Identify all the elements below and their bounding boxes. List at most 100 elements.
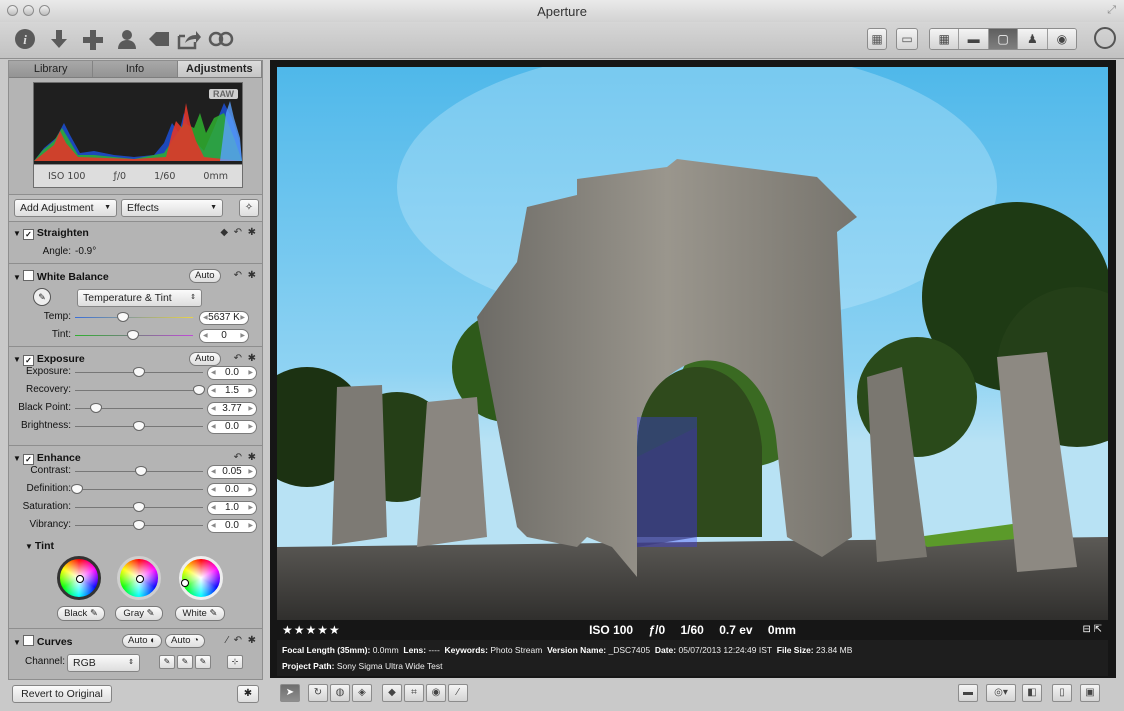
gray-point-eyedropper-icon[interactable]: ✎ bbox=[177, 655, 193, 669]
hud-icon[interactable]: ▬ bbox=[958, 684, 978, 702]
increment-icon[interactable]: ▶ bbox=[248, 466, 253, 478]
exposure-stepper[interactable]: ◀ 0.0 ▶ bbox=[207, 420, 257, 434]
enhance-slider-knob[interactable] bbox=[135, 466, 148, 476]
rotate-tool-icon[interactable]: ↻ bbox=[308, 684, 328, 702]
viewer-icon[interactable]: ▭ bbox=[896, 28, 918, 50]
enhance-slider-track[interactable] bbox=[75, 489, 203, 490]
exposure-slider-knob[interactable] bbox=[133, 367, 145, 377]
increment-icon[interactable]: ▶ bbox=[248, 421, 253, 433]
tab-info[interactable]: Info bbox=[93, 61, 178, 77]
enhance-checkbox[interactable]: ✓ bbox=[22, 454, 34, 465]
enhance-slider-knob[interactable] bbox=[133, 520, 145, 530]
effects-popup[interactable]: Effects ▼ bbox=[121, 199, 223, 217]
increment-icon[interactable]: ▶ bbox=[248, 520, 253, 532]
straighten-header[interactable]: ▼ ✓ Straighten bbox=[13, 227, 89, 240]
increment-icon[interactable]: ▶ bbox=[248, 385, 253, 397]
add-adjustment-popup[interactable]: Add Adjustment ▼ bbox=[14, 199, 117, 217]
curves-auto-button[interactable]: Auto ◐ bbox=[122, 634, 162, 648]
tint-slider-knob[interactable] bbox=[127, 330, 139, 340]
gear-icon[interactable]: ✱ bbox=[248, 353, 256, 364]
exposure-header[interactable]: ▼ ✓ Exposure bbox=[13, 353, 85, 366]
enhance-slider-knob[interactable] bbox=[133, 502, 145, 512]
decrement-icon[interactable]: ◀ bbox=[211, 421, 216, 433]
gray-picker-button[interactable]: Gray ✎ bbox=[115, 606, 163, 621]
straighten-checkbox[interactable]: ✓ bbox=[22, 229, 34, 240]
gear-icon[interactable]: ✱ bbox=[248, 270, 256, 281]
auto-enhance-icon[interactable]: ✧ bbox=[239, 199, 259, 217]
revert-to-original-button[interactable]: Revert to Original bbox=[12, 685, 112, 703]
exposure-checkbox[interactable]: ✓ bbox=[22, 355, 34, 366]
retouch-tool-icon[interactable]: ◍ bbox=[330, 684, 350, 702]
gear-icon[interactable]: ✱ bbox=[237, 685, 259, 703]
photo-image[interactable] bbox=[277, 67, 1108, 620]
brush-icon[interactable]: ⁄ bbox=[226, 635, 228, 646]
white-balance-checkbox[interactable] bbox=[22, 270, 34, 281]
faces-view-icon[interactable]: ♟ bbox=[1018, 29, 1048, 49]
decrement-icon[interactable]: ◀ bbox=[211, 367, 216, 379]
metadata-overlay-icon[interactable]: ⊟ ⇱ bbox=[1082, 624, 1102, 635]
black-point-eyedropper-icon[interactable]: ✎ bbox=[159, 655, 175, 669]
faces-icon[interactable] bbox=[112, 26, 142, 52]
single-view-icon[interactable]: ▯ bbox=[1052, 684, 1072, 702]
fullscreen-view-icon[interactable]: ▣ bbox=[1080, 684, 1100, 702]
increment-icon[interactable]: ▶ bbox=[248, 403, 253, 415]
curves-checkbox[interactable] bbox=[22, 635, 34, 646]
info-icon[interactable]: i bbox=[10, 26, 40, 52]
exposure-slider-knob[interactable] bbox=[89, 403, 102, 413]
add-point-icon[interactable]: ⊹ bbox=[227, 655, 243, 669]
places-icon[interactable]: ◉ bbox=[1047, 29, 1076, 49]
enhance-stepper[interactable]: ◀ 0.05 ▶ bbox=[207, 465, 257, 479]
reset-icon[interactable]: ↶ bbox=[234, 635, 242, 646]
black-picker-button[interactable]: Black ✎ bbox=[57, 606, 105, 621]
channel-popup[interactable]: RGB ⇕ bbox=[67, 654, 140, 672]
loupe-icon[interactable] bbox=[1094, 27, 1116, 49]
viewer-only-icon[interactable]: ▢ bbox=[988, 29, 1019, 49]
exposure-slider-knob[interactable] bbox=[192, 385, 205, 395]
enhance-stepper[interactable]: ◀ 0.0 ▶ bbox=[207, 519, 257, 533]
share-icon[interactable] bbox=[174, 26, 204, 52]
brush-tool-icon[interactable]: ⁄ bbox=[448, 684, 468, 702]
gear-icon[interactable]: ✱ bbox=[248, 452, 256, 463]
gear-icon[interactable]: ✱ bbox=[248, 635, 256, 646]
red-eye-tool-icon[interactable]: ◉ bbox=[426, 684, 446, 702]
filmstrip-icon[interactable]: ▬ bbox=[959, 29, 989, 49]
browser-icon[interactable]: ▦ bbox=[867, 28, 887, 50]
select-tool-icon[interactable]: ➤ bbox=[280, 684, 300, 702]
keywords-icon[interactable] bbox=[144, 26, 174, 52]
exposure-stepper[interactable]: ◀ 0.0 ▶ bbox=[207, 366, 257, 380]
enhance-stepper[interactable]: ◀ 0.0 ▶ bbox=[207, 483, 257, 497]
gray-wheel-puck[interactable] bbox=[136, 575, 144, 583]
white-color-wheel[interactable] bbox=[179, 556, 223, 600]
temp-stepper[interactable]: ◀ 5637 K ▶ bbox=[199, 311, 249, 325]
white-wheel-puck[interactable] bbox=[181, 579, 189, 587]
tint-subheader[interactable]: ▼ Tint bbox=[25, 540, 54, 552]
inspector-toggle-icon[interactable]: ◧ bbox=[1022, 684, 1042, 702]
white-balance-header[interactable]: ▼ White Balance bbox=[13, 270, 109, 283]
white-point-eyedropper-icon[interactable]: ✎ bbox=[195, 655, 211, 669]
temp-slider-track[interactable] bbox=[75, 317, 193, 318]
enhance-stepper[interactable]: ◀ 1.0 ▶ bbox=[207, 501, 257, 515]
exposure-slider-knob[interactable] bbox=[133, 421, 145, 431]
increment-icon[interactable]: ▶ bbox=[248, 484, 253, 496]
increment-icon[interactable]: ▶ bbox=[248, 502, 253, 514]
exposure-slider-track[interactable] bbox=[75, 390, 203, 391]
import-icon[interactable] bbox=[44, 26, 74, 52]
wb-mode-popup[interactable]: Temperature & Tint ⇕ bbox=[77, 289, 202, 307]
reset-icon[interactable]: ↶ bbox=[234, 353, 242, 364]
decrement-icon[interactable]: ◀ bbox=[211, 502, 216, 514]
enhance-header[interactable]: ▼ ✓ Enhance bbox=[13, 452, 81, 465]
viewer-mode-icon[interactable] bbox=[206, 26, 236, 52]
reset-icon[interactable]: ↶ bbox=[234, 227, 242, 238]
curves-auto-rgb-button[interactable]: Auto ◔ bbox=[165, 634, 205, 648]
decrement-icon[interactable]: ◀ bbox=[211, 403, 216, 415]
straighten-tool-icon[interactable]: ◆ bbox=[382, 684, 402, 702]
new-icon[interactable] bbox=[78, 26, 108, 52]
lift-stamp-icon[interactable]: ◈ bbox=[352, 684, 372, 702]
tab-library[interactable]: Library bbox=[9, 61, 94, 77]
exposure-stepper[interactable]: ◀ 1.5 ▶ bbox=[207, 384, 257, 398]
decrement-icon[interactable]: ◀ bbox=[211, 484, 216, 496]
black-wheel-puck[interactable] bbox=[76, 575, 84, 583]
white-picker-button[interactable]: White ✎ bbox=[175, 606, 225, 621]
grid-icon[interactable]: ▦ bbox=[930, 29, 960, 49]
tab-adjustments[interactable]: Adjustments bbox=[177, 61, 262, 77]
